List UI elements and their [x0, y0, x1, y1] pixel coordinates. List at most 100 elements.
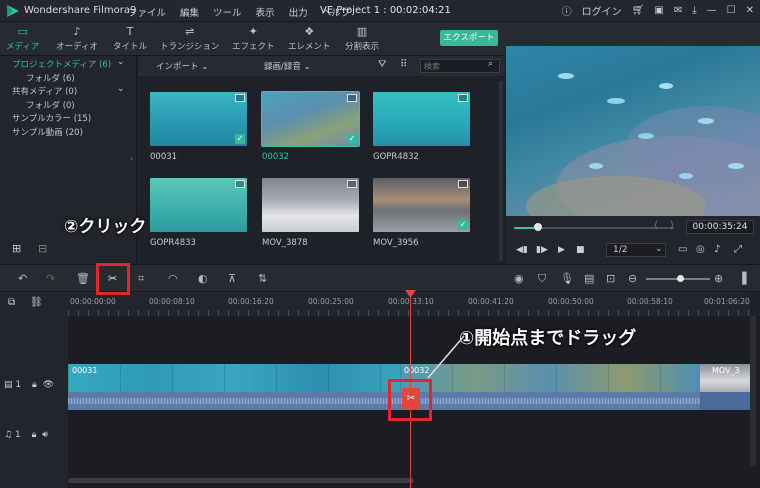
- media-label: GOPR4832: [373, 152, 419, 162]
- menu-file[interactable]: ファイル: [128, 5, 166, 19]
- music-note-icon: ♫: [4, 430, 13, 440]
- preview-scrubber-handle[interactable]: [534, 223, 542, 231]
- media-label: GOPR4833: [150, 238, 196, 248]
- render-icon[interactable]: ◉: [514, 272, 524, 285]
- import-dropdown[interactable]: インポート ⌄: [156, 60, 208, 72]
- color-icon[interactable]: ◐: [198, 272, 208, 285]
- download-icon[interactable]: ⤓: [692, 5, 696, 16]
- sidebar-item-sample-colors[interactable]: サンプルカラー (15): [12, 112, 91, 124]
- sidebar-item-shared-folder[interactable]: フォルダ (0): [26, 99, 75, 111]
- microphone-icon[interactable]: 🎙︎: [560, 272, 574, 285]
- tab-transition[interactable]: ⇌ トランジション: [160, 26, 220, 53]
- login-link[interactable]: ログイン: [582, 3, 622, 18]
- ruler-label: 00:00:41:20: [468, 297, 514, 306]
- step-back-icon[interactable]: ◀▮: [516, 245, 528, 255]
- check-icon: ✓: [235, 134, 245, 144]
- menu-edit[interactable]: 編集: [180, 5, 199, 19]
- info-icon[interactable]: ⓘ: [562, 3, 572, 18]
- play-icon[interactable]: ▶: [558, 245, 565, 255]
- sidebar-item-project-media[interactable]: プロジェクトメディア (6): [12, 58, 111, 70]
- close-icon[interactable]: ✕: [746, 5, 754, 16]
- stop-icon[interactable]: ■: [576, 245, 585, 255]
- sidebar-item-sample-videos[interactable]: サンプル動画 (20): [12, 126, 83, 138]
- zoom-slider-handle[interactable]: [677, 275, 684, 282]
- quality-select[interactable]: 1/2 ⌄: [606, 243, 666, 257]
- menu-bar: ファイル 編集 ツール 表示 出力 ヘルプ: [128, 5, 350, 19]
- music-note-icon: ♪: [73, 25, 81, 38]
- menu-tools[interactable]: ツール: [213, 5, 242, 19]
- link-icon[interactable]: ⛓︎: [30, 297, 43, 308]
- tab-effect[interactable]: ✦ エフェクト: [232, 26, 275, 53]
- cart-icon[interactable]: 🛒︎: [632, 5, 645, 16]
- lock-icon[interactable]: 🔒︎: [32, 430, 37, 440]
- media-thumb-gopr4833[interactable]: [150, 178, 247, 232]
- volume-icon[interactable]: ♪: [714, 244, 720, 255]
- menu-export[interactable]: 出力: [289, 5, 308, 19]
- timeline-vscroll[interactable]: [750, 316, 756, 466]
- video-clip-mov3[interactable]: MOV_3: [700, 364, 750, 392]
- voiceover-icon[interactable]: ⊡: [606, 272, 615, 285]
- sidebar-item-shared-media[interactable]: 共有メディア (0): [12, 85, 77, 97]
- collapse-arrow-icon[interactable]: ‹: [130, 154, 133, 163]
- next-marker-icon[interactable]: ⟩: [670, 220, 674, 231]
- tab-media[interactable]: ▭ メディア: [6, 26, 39, 53]
- tab-split-screen[interactable]: ▥ 分割表示: [345, 25, 379, 53]
- chevron-down-icon[interactable]: ⌄: [117, 84, 125, 94]
- green-screen-icon[interactable]: ⊼: [228, 272, 236, 285]
- maximize-icon[interactable]: ☐: [727, 5, 736, 16]
- audio-adjust-icon[interactable]: ⇅: [258, 272, 267, 285]
- tab-audio[interactable]: ♪ オーディオ: [56, 25, 98, 53]
- minimize-icon[interactable]: —: [707, 5, 717, 16]
- new-folder-icon[interactable]: ⊞: [12, 242, 21, 255]
- mail-icon[interactable]: ✉︎: [674, 5, 682, 16]
- annotation-arrow: [427, 335, 465, 379]
- prev-marker-icon[interactable]: ⟨: [654, 220, 658, 231]
- media-label: 00031: [150, 152, 178, 162]
- audio-track-header: ♫ 1 🔒︎ 🔊︎: [4, 430, 48, 440]
- media-scrollbar[interactable]: [499, 81, 503, 261]
- crop-icon[interactable]: ⌗: [138, 272, 144, 286]
- step-forward-icon[interactable]: ▮▶: [536, 245, 548, 255]
- media-thumb-mov3956[interactable]: ✓: [373, 178, 470, 232]
- video-clip-00031[interactable]: 00031: [68, 364, 400, 392]
- media-thumb-mov3878[interactable]: [262, 178, 359, 232]
- annotation-box-split-button: [96, 263, 130, 295]
- record-dropdown[interactable]: 録画/録音 ⌄: [264, 60, 311, 72]
- zoom-in-icon[interactable]: ⊕: [714, 272, 723, 285]
- monitor-icon[interactable]: ▭: [678, 244, 687, 255]
- zoom-out-icon[interactable]: ⊖: [628, 272, 637, 285]
- delete-folder-icon[interactable]: ⊟: [38, 242, 47, 255]
- tab-title[interactable]: T タイトル: [113, 26, 147, 53]
- audio-waveform-tail: [700, 392, 750, 410]
- audio-waveform[interactable]: [68, 392, 700, 410]
- snapshot-icon[interactable]: ◎: [696, 244, 705, 255]
- fullscreen-icon[interactable]: ⤢: [734, 244, 742, 255]
- search-icon[interactable]: ⌕: [488, 59, 493, 69]
- timeline-scrollbar[interactable]: [68, 478, 414, 483]
- delete-icon[interactable]: 🗑︎: [76, 272, 90, 285]
- speaker-icon[interactable]: 🔊︎: [42, 430, 48, 440]
- undo-icon[interactable]: ↶: [18, 272, 27, 285]
- check-icon: ✓: [458, 220, 468, 230]
- lock-icon[interactable]: 🔒︎: [32, 380, 37, 390]
- export-button[interactable]: エクスポート: [440, 30, 498, 46]
- eye-icon[interactable]: 👁︎: [43, 380, 54, 390]
- gift-icon[interactable]: ▣: [654, 5, 663, 16]
- subtitle-icon[interactable]: ▤: [584, 272, 594, 285]
- split-screen-icon: ▥: [356, 25, 368, 38]
- chevron-down-icon[interactable]: ⌄: [117, 57, 125, 67]
- speed-icon[interactable]: ◠: [168, 272, 178, 285]
- annotation-step2: ②クリック: [64, 217, 147, 237]
- sidebar-item-folder[interactable]: フォルダ (6): [26, 72, 75, 84]
- panel-toggle-icon[interactable]: ▐: [738, 272, 746, 285]
- grid-view-icon[interactable]: ⠿: [400, 59, 407, 70]
- filter-icon[interactable]: ⛛: [378, 59, 386, 70]
- media-thumb-00031[interactable]: ✓: [150, 92, 247, 146]
- media-thumb-gopr4832[interactable]: [373, 92, 470, 146]
- tab-element[interactable]: ❖ エレメント: [288, 26, 331, 53]
- add-track-icon[interactable]: ⧉: [8, 297, 15, 308]
- redo-icon[interactable]: ↷: [46, 272, 55, 285]
- shield-icon[interactable]: ⛉: [538, 272, 546, 286]
- menu-view[interactable]: 表示: [256, 5, 275, 19]
- media-thumb-00032[interactable]: ✓: [261, 91, 360, 147]
